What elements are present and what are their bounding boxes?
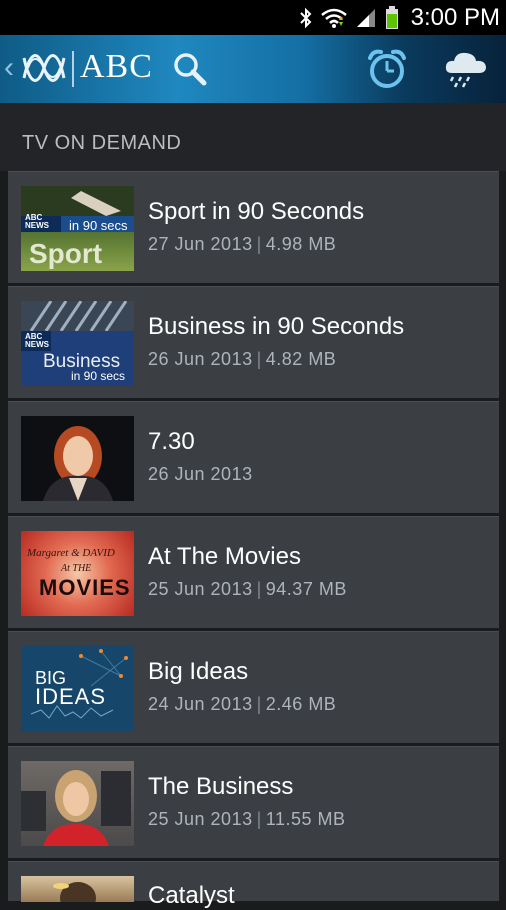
- item-title: 7.30: [148, 428, 195, 455]
- signal-icon: [355, 7, 377, 29]
- logo-divider: [72, 51, 74, 87]
- thumb-caption: IDEAS: [35, 684, 107, 709]
- thumbnail-image: [21, 761, 134, 846]
- list-item[interactable]: Catalyst: [8, 861, 499, 909]
- back-chevron-icon[interactable]: ‹: [4, 53, 14, 83]
- item-date: 25 Jun 2013: [148, 809, 253, 829]
- app-title: ABC: [80, 48, 153, 85]
- section-header: TV ON DEMAND: [0, 103, 506, 171]
- search-icon[interactable]: [172, 51, 210, 87]
- thumb-caption: Margaret & DAVID: [27, 547, 115, 559]
- meta-separator: |: [256, 349, 262, 369]
- thumbnail-image: [21, 876, 134, 902]
- list-item[interactable]: The Business 25 Jun 2013 | 11.55 MB: [8, 746, 499, 858]
- item-title: Big Ideas: [148, 658, 249, 685]
- battery-icon: [385, 5, 399, 30]
- meta-separator: |: [256, 694, 262, 714]
- list-item[interactable]: ABC NEWS Business in 90 secs Business in…: [8, 286, 499, 398]
- item-meta: 24 Jun 2013 | 2.46 MB: [148, 694, 336, 715]
- item-title: At The Movies: [148, 543, 301, 570]
- thumbnail-image: ABC NEWS Business in 90 secs: [21, 301, 134, 386]
- item-date: 26 Jun 2013: [148, 349, 253, 369]
- item-size: 4.82 MB: [265, 349, 337, 369]
- wifi-icon: [320, 7, 347, 29]
- thumb-caption: in 90 secs: [71, 369, 126, 383]
- list-item[interactable]: ABC NEWS in 90 secs Sport Sport in 90 Se…: [8, 171, 499, 283]
- item-date: 24 Jun 2013: [148, 694, 253, 714]
- meta-separator: |: [256, 579, 262, 599]
- list-item[interactable]: 7.30 26 Jun 2013: [8, 401, 499, 513]
- item-meta: 25 Jun 2013 | 11.55 MB: [148, 809, 346, 830]
- thumb-badge: ABC NEWS: [25, 213, 49, 230]
- meta-separator: |: [256, 234, 262, 254]
- item-title: The Business: [148, 773, 294, 800]
- thumbnail-image: Margaret & DAVID At THE MOVIES: [21, 531, 134, 616]
- item-meta: 26 Jun 2013: [148, 464, 253, 485]
- item-title: Sport in 90 Seconds: [148, 198, 365, 225]
- item-meta: 27 Jun 2013 | 4.98 MB: [148, 234, 336, 255]
- meta-separator: |: [256, 809, 262, 829]
- item-meta: 25 Jun 2013 | 94.37 MB: [148, 579, 347, 600]
- item-title: Business in 90 Seconds: [148, 313, 405, 340]
- item-title: Catalyst: [148, 882, 235, 909]
- item-meta: 26 Jun 2013 | 4.82 MB: [148, 349, 336, 370]
- item-size: 4.98 MB: [265, 234, 337, 254]
- section-title: TV ON DEMAND: [22, 132, 182, 154]
- item-size: 94.37 MB: [265, 579, 347, 599]
- thumb-caption: MOVIES: [39, 575, 131, 600]
- status-clock: 3:00 PM: [410, 3, 500, 31]
- thumb-badge: ABC NEWS: [25, 332, 49, 349]
- thumb-caption: Sport: [29, 238, 103, 269]
- weather-cloud-icon[interactable]: [443, 49, 489, 89]
- thumbnail-image: [21, 416, 134, 501]
- bluetooth-icon: [299, 7, 313, 29]
- list-item[interactable]: Margaret & DAVID At THE MOVIES At The Mo…: [8, 516, 499, 628]
- item-size: 11.55 MB: [265, 809, 346, 829]
- thumb-caption: in 90 secs: [69, 218, 128, 233]
- abc-logo-icon[interactable]: [20, 48, 68, 88]
- item-date: 26 Jun 2013: [148, 464, 253, 484]
- thumb-caption: At THE: [61, 563, 92, 574]
- list-item[interactable]: BIG IDEAS Big Ideas 24 Jun 2013 | 2.46 MB: [8, 631, 499, 743]
- item-size: 2.46 MB: [265, 694, 337, 714]
- thumbnail-image: ABC NEWS in 90 secs Sport: [21, 186, 134, 271]
- alarm-clock-icon[interactable]: [367, 48, 407, 90]
- item-date: 25 Jun 2013: [148, 579, 253, 599]
- action-bar: ‹ ABC: [0, 35, 506, 103]
- status-bar: 3:00 PM: [0, 0, 506, 35]
- item-date: 27 Jun 2013: [148, 234, 253, 254]
- thumbnail-image: BIG IDEAS: [21, 646, 134, 731]
